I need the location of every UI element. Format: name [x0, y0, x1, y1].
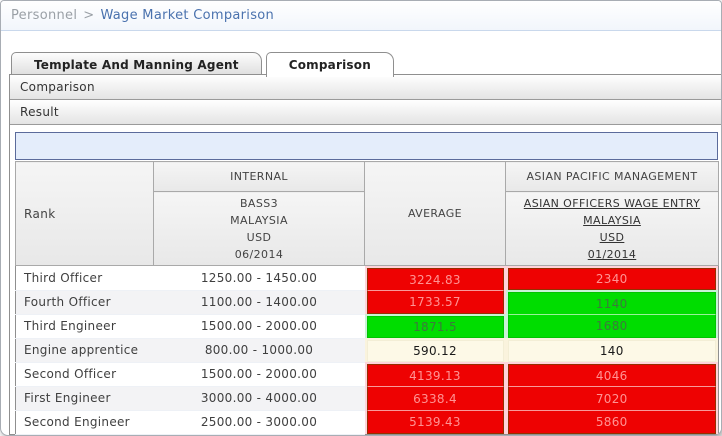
- average-value: 6338.4: [367, 386, 504, 410]
- table-row: Second Engineer 2500.00 - 3000.00 5139.4…: [16, 410, 719, 435]
- apm-value: 2340: [508, 268, 717, 290]
- rank-cell: Second Officer: [16, 362, 154, 386]
- internal-template-currency: USD: [155, 229, 363, 246]
- apm-wage-entry-subheader: ASIAN OFFICERS WAGE ENTRY MALAYSIA USD 0…: [506, 192, 719, 266]
- average-value: 1733.57: [367, 290, 504, 314]
- apm-value: 140: [508, 340, 717, 362]
- average-value-cell: 1871.5: [365, 314, 506, 338]
- rank-cell: First Engineer: [16, 386, 154, 410]
- apm-value-cell: 4046: [506, 362, 719, 386]
- table-row: Third Engineer 1500.00 - 2000.00 1871.5 …: [16, 314, 719, 338]
- average-value-cell: 4139.13: [365, 362, 506, 386]
- content-panel: Comparison Result Rank INTERNAL AVERAGE …: [9, 74, 721, 435]
- rank-cell: Third Engineer: [16, 314, 154, 338]
- average-value-cell: 6338.4: [365, 386, 506, 410]
- table-row: First Engineer 3000.00 - 4000.00 6338.4 …: [16, 386, 719, 410]
- result-body: Rank INTERNAL AVERAGE ASIAN PACIFIC MANA…: [10, 125, 721, 435]
- rank-cell: Fourth Officer: [16, 290, 154, 314]
- apm-country-link[interactable]: MALAYSIA: [583, 212, 641, 229]
- apm-value: 7020: [508, 386, 717, 410]
- average-value: 5139.43: [367, 410, 504, 434]
- table-row: Fourth Officer 1100.00 - 1400.00 1733.57…: [16, 290, 719, 314]
- apm-value-cell: 2340: [506, 266, 719, 291]
- average-value: 4139.13: [367, 364, 504, 386]
- apm-value: 1680: [508, 314, 717, 338]
- average-value-cell: 5139.43: [365, 410, 506, 435]
- breadcrumb: Personnel > Wage Market Comparison: [1, 1, 721, 31]
- table-row: Engine apprentice 800.00 - 1000.00 590.1…: [16, 338, 719, 362]
- apm-date-link[interactable]: 01/2014: [588, 246, 637, 263]
- apm-value-cell: 140: [506, 338, 719, 362]
- internal-template-subheader: BASS3 MALAYSIA USD 06/2014: [154, 192, 365, 266]
- wage-range-cell: 3000.00 - 4000.00: [154, 386, 365, 410]
- internal-template-date: 06/2014: [155, 246, 363, 263]
- rank-cell: Engine apprentice: [16, 338, 154, 362]
- column-group-asian-pacific-management: ASIAN PACIFIC MANAGEMENT: [506, 162, 719, 192]
- table-row: Third Officer 1250.00 - 1450.00 3224.83 …: [16, 266, 719, 291]
- apm-value: 5860: [508, 410, 717, 434]
- grid-toolbar: [15, 132, 718, 160]
- section-header-comparison[interactable]: Comparison: [10, 75, 721, 100]
- apm-value-cell: 1680: [506, 314, 719, 338]
- apm-wage-entry-link[interactable]: ASIAN OFFICERS WAGE ENTRY: [524, 195, 700, 212]
- wage-range-cell: 1500.00 - 2000.00: [154, 362, 365, 386]
- average-value-cell: 590.12: [365, 338, 506, 362]
- tab-comparison[interactable]: Comparison: [266, 52, 394, 77]
- average-value-cell: 1733.57: [365, 290, 506, 314]
- column-header-rank: Rank: [16, 162, 154, 266]
- wage-range-cell: 800.00 - 1000.00: [154, 338, 365, 362]
- table-body: Third Officer 1250.00 - 1450.00 3224.83 …: [16, 266, 719, 435]
- wage-range-cell: 1250.00 - 1450.00: [154, 266, 365, 291]
- breadcrumb-page-title: Wage Market Comparison: [100, 8, 274, 23]
- wage-comparison-table: Rank INTERNAL AVERAGE ASIAN PACIFIC MANA…: [15, 161, 719, 435]
- apm-value-cell: 7020: [506, 386, 719, 410]
- average-value-cell: 3224.83: [365, 266, 506, 291]
- wage-range-cell: 1100.00 - 1400.00: [154, 290, 365, 314]
- apm-value-cell: 5860: [506, 410, 719, 435]
- internal-template-name: BASS3: [155, 195, 363, 212]
- app-window: Personnel > Wage Market Comparison Templ…: [0, 0, 722, 436]
- wage-range-cell: 1500.00 - 2000.00: [154, 314, 365, 338]
- column-group-internal: INTERNAL: [154, 162, 365, 192]
- rank-cell: Second Engineer: [16, 410, 154, 435]
- table-row: Second Officer 1500.00 - 2000.00 4139.13…: [16, 362, 719, 386]
- apm-value: 1140: [508, 292, 717, 314]
- average-value: 3224.83: [367, 268, 504, 290]
- rank-cell: Third Officer: [16, 266, 154, 291]
- apm-currency-link[interactable]: USD: [600, 229, 625, 246]
- apm-value: 4046: [508, 364, 717, 386]
- average-value: 1871.5: [367, 316, 504, 338]
- apm-value-cell: 1140: [506, 290, 719, 314]
- breadcrumb-section[interactable]: Personnel: [11, 8, 77, 23]
- wage-range-cell: 2500.00 - 3000.00: [154, 410, 365, 435]
- column-header-average: AVERAGE: [365, 162, 506, 266]
- internal-template-country: MALAYSIA: [155, 212, 363, 229]
- breadcrumb-separator: >: [83, 8, 94, 23]
- section-header-result[interactable]: Result: [10, 100, 721, 125]
- average-value: 590.12: [367, 340, 504, 362]
